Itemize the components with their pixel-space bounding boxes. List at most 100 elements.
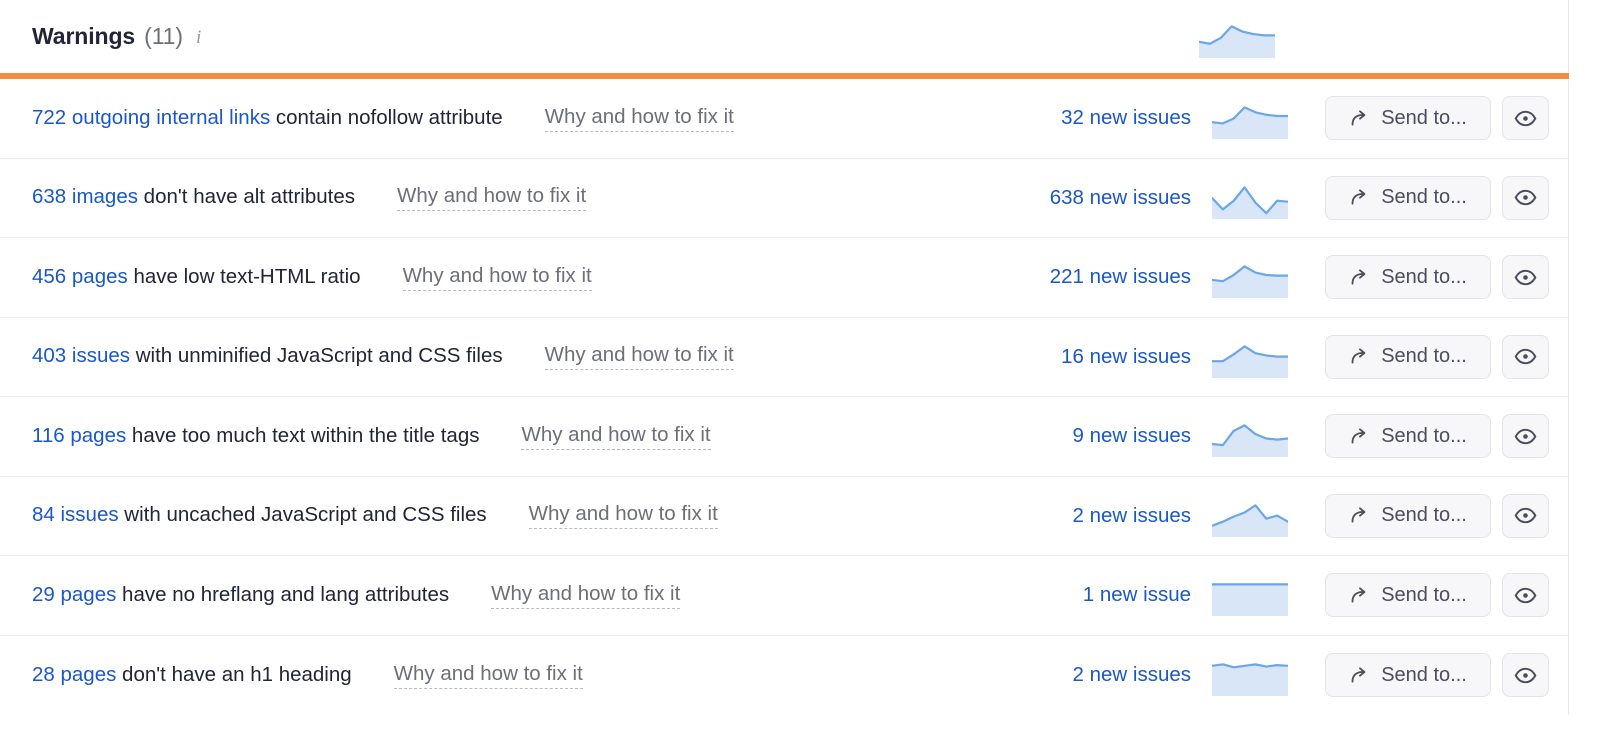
- send-to-button[interactable]: Send to...: [1325, 414, 1491, 459]
- preview-issue-button[interactable]: [1502, 255, 1549, 300]
- issue-description: 722 outgoing internal links contain nofo…: [32, 106, 503, 131]
- eye-icon: [1514, 664, 1537, 687]
- new-issues-link[interactable]: 9 new issues: [872, 424, 1212, 448]
- table-row[interactable]: 456 pages have low text-HTML ratio Why a…: [0, 238, 1569, 318]
- share-arrow-icon: [1349, 426, 1370, 447]
- row-right-controls: 1 new issue Send to...: [872, 556, 1569, 635]
- row-sparkline: [1212, 654, 1288, 697]
- page-title: Warnings: [32, 23, 136, 49]
- issue-count-link[interactable]: 116 pages: [32, 424, 126, 447]
- send-to-button[interactable]: Send to...: [1325, 493, 1491, 538]
- share-arrow-icon: [1349, 267, 1370, 288]
- table-row[interactable]: 116 pages have too much text within the …: [0, 397, 1569, 477]
- new-issues-link[interactable]: 2 new issues: [872, 663, 1212, 687]
- table-row[interactable]: 29 pages have no hreflang and lang attri…: [0, 556, 1569, 636]
- send-to-label: Send to...: [1381, 106, 1467, 129]
- table-row[interactable]: 638 images don't have alt attributes Why…: [0, 159, 1569, 238]
- issue-count-link[interactable]: 28 pages: [32, 663, 116, 686]
- send-to-button[interactable]: Send to...: [1325, 573, 1491, 618]
- table-row[interactable]: 722 outgoing internal links contain nofo…: [0, 79, 1569, 159]
- table-row[interactable]: 84 issues with uncached JavaScript and C…: [0, 477, 1569, 556]
- preview-issue-button[interactable]: [1502, 175, 1549, 220]
- row-sparkline: [1212, 336, 1288, 378]
- new-issues-link[interactable]: 2 new issues: [872, 504, 1212, 528]
- warnings-count: (11): [144, 23, 183, 49]
- issue-description-rest: with uncached JavaScript and CSS files: [118, 503, 487, 527]
- send-to-label: Send to...: [1381, 345, 1467, 368]
- row-sparkline: [1212, 495, 1288, 537]
- eye-icon: [1514, 504, 1537, 527]
- send-to-label: Send to...: [1381, 265, 1467, 288]
- warnings-panel: Warnings (11) i 722 outgoing internal li…: [0, 0, 1600, 734]
- new-issues-link[interactable]: 16 new issues: [872, 345, 1212, 369]
- share-arrow-icon: [1349, 505, 1370, 526]
- table-row[interactable]: 28 pages don't have an h1 heading Why an…: [0, 636, 1569, 716]
- issue-count-link[interactable]: 403 issues: [32, 344, 130, 367]
- preview-issue-button[interactable]: [1502, 334, 1549, 379]
- preview-issue-button[interactable]: [1502, 573, 1549, 618]
- eye-icon: [1514, 107, 1537, 130]
- header-title-wrap: Warnings (11) i: [32, 23, 201, 50]
- issue-description: 116 pages have too much text within the …: [32, 424, 479, 449]
- new-issues-link[interactable]: 32 new issues: [872, 106, 1212, 130]
- send-to-button[interactable]: Send to...: [1325, 653, 1491, 698]
- issue-description: 403 issues with unminified JavaScript an…: [32, 344, 503, 369]
- panel: Warnings (11) i 722 outgoing internal li…: [0, 0, 1569, 715]
- issue-description-rest: contain nofollow attribute: [270, 105, 503, 129]
- preview-issue-button[interactable]: [1502, 653, 1549, 698]
- eye-icon: [1514, 345, 1537, 368]
- why-and-how-to-fix-it-link[interactable]: Why and how to fix it: [544, 343, 734, 371]
- new-issues-link[interactable]: 638 new issues: [872, 186, 1212, 210]
- send-to-label: Send to...: [1381, 663, 1467, 686]
- share-arrow-icon: [1349, 108, 1370, 129]
- send-to-label: Send to...: [1381, 583, 1467, 606]
- issue-description-rest: don't have an h1 heading: [116, 662, 352, 686]
- share-arrow-icon: [1349, 187, 1370, 208]
- send-to-button[interactable]: Send to...: [1325, 334, 1491, 379]
- why-and-how-to-fix-it-link[interactable]: Why and how to fix it: [393, 662, 583, 689]
- why-and-how-to-fix-it-link[interactable]: Why and how to fix it: [491, 582, 681, 609]
- send-to-button[interactable]: Send to...: [1325, 96, 1491, 141]
- row-right-controls: 32 new issues Send to...: [872, 79, 1569, 158]
- share-arrow-icon: [1349, 585, 1370, 606]
- why-and-how-to-fix-it-link[interactable]: Why and how to fix it: [397, 184, 587, 212]
- issue-description-rest: have too much text within the title tags: [126, 423, 480, 447]
- table-row[interactable]: 403 issues with unminified JavaScript an…: [0, 318, 1569, 397]
- row-sparkline: [1212, 256, 1288, 299]
- row-right-controls: 2 new issues Send to...: [872, 636, 1569, 716]
- preview-issue-button[interactable]: [1502, 414, 1549, 459]
- row-right-controls: 638 new issues Send to...: [872, 159, 1569, 238]
- row-right-controls: 16 new issues Send to...: [872, 318, 1569, 397]
- send-to-button[interactable]: Send to...: [1325, 175, 1491, 220]
- issue-description: 29 pages have no hreflang and lang attri…: [32, 583, 449, 608]
- send-to-button[interactable]: Send to...: [1325, 255, 1491, 300]
- why-and-how-to-fix-it-link[interactable]: Why and how to fix it: [528, 502, 718, 530]
- new-issues-link[interactable]: 1 new issue: [872, 583, 1212, 607]
- info-icon[interactable]: i: [196, 28, 201, 47]
- issue-count-link[interactable]: 29 pages: [32, 583, 116, 606]
- row-sparkline: [1212, 574, 1288, 617]
- issue-count-link[interactable]: 456 pages: [32, 265, 128, 288]
- preview-issue-button[interactable]: [1502, 493, 1549, 538]
- send-to-label: Send to...: [1381, 186, 1467, 209]
- issue-count-link[interactable]: 638 images: [32, 185, 138, 208]
- why-and-how-to-fix-it-link[interactable]: Why and how to fix it: [402, 264, 592, 291]
- header-sparkline: [1199, 16, 1275, 58]
- row-sparkline: [1212, 415, 1288, 458]
- issue-count-link[interactable]: 84 issues: [32, 503, 119, 526]
- issue-count-link[interactable]: 722 outgoing internal links: [32, 106, 270, 129]
- share-arrow-icon: [1349, 346, 1370, 367]
- issue-description-rest: have low text-HTML ratio: [127, 264, 361, 288]
- why-and-how-to-fix-it-link[interactable]: Why and how to fix it: [521, 423, 711, 450]
- eye-icon: [1514, 186, 1537, 209]
- row-sparkline: [1212, 97, 1288, 140]
- send-to-label: Send to...: [1381, 504, 1467, 527]
- panel-header: Warnings (11) i: [0, 0, 1568, 73]
- issue-description-rest: have no hreflang and lang attributes: [116, 582, 450, 606]
- preview-issue-button[interactable]: [1502, 96, 1549, 141]
- row-sparkline: [1212, 177, 1288, 219]
- why-and-how-to-fix-it-link[interactable]: Why and how to fix it: [544, 105, 734, 132]
- row-right-controls: 221 new issues Send to...: [872, 238, 1569, 317]
- new-issues-link[interactable]: 221 new issues: [872, 265, 1212, 289]
- eye-icon: [1514, 425, 1537, 448]
